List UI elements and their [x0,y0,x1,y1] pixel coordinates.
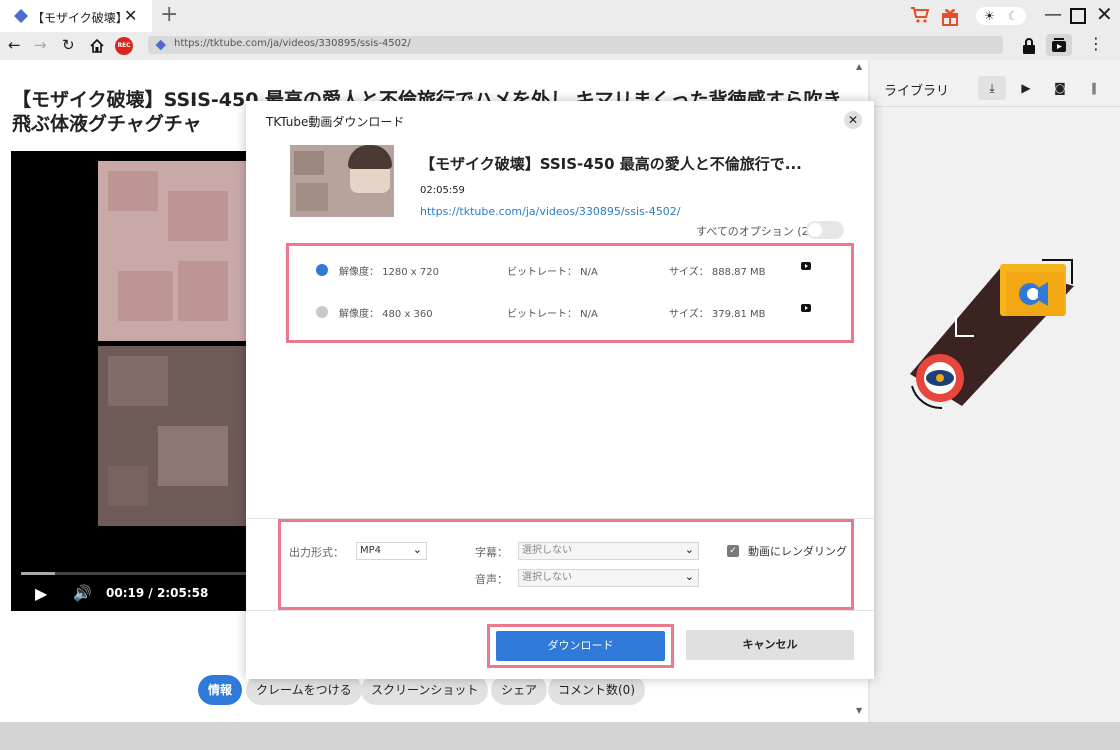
theme-toggle[interactable]: ☀ ☾ [976,7,1026,25]
download-button-frame: ダウンロード [487,624,674,668]
video-frame-top [98,161,246,341]
scroll-down-icon[interactable]: ▼ [856,706,862,715]
library-pane: ライブラリ ⤓ ▶ ◙ ∥ [870,60,1120,722]
minimize-icon[interactable]: — [1044,4,1062,25]
subtitle-select[interactable]: 選択しない ⌄ [518,542,699,560]
option-size: サイズ： 888.87 MB [669,267,766,278]
video-player[interactable]: ▶ 🔊 00:19 / 2:05:58 [11,151,247,611]
format-select[interactable]: MP4 ⌄ [356,542,427,560]
status-bar [0,722,1120,750]
audio-icon[interactable]: ∥ [1080,76,1108,100]
maximize-icon[interactable] [1070,8,1086,24]
dialog-divider [246,610,874,611]
quality-options: 解像度： 1280 x 720 ビットレート： N/A サイズ： 888.87 … [286,243,854,343]
video-duration: 02:05:59 [420,185,465,196]
video-thumbnail [290,145,394,217]
video-title: 【モザイク破壊】SSIS-450 最高の愛人と不倫旅行で... [420,155,802,173]
sun-icon: ☀ [984,9,995,23]
radio-unselected[interactable] [316,306,328,318]
tab-screenshot[interactable]: スクリーンショット [361,675,489,705]
download-button[interactable]: ダウンロード [496,631,665,661]
youtube-icon[interactable]: ▶ [1012,76,1040,100]
reload-icon[interactable]: ↻ [62,36,75,54]
forward-icon[interactable]: → [34,36,47,54]
render-label: 動画にレンダリング [748,545,847,558]
tab-title: 【モザイク破壊】SSIS-450 [32,11,124,25]
video-record-icon[interactable]: ◙ [1046,76,1074,100]
option-resolution: 解像度： 1280 x 720 [339,267,439,278]
library-divider [870,106,1120,107]
tab-comments[interactable]: コメント数(0) [548,675,645,705]
lock-icon[interactable] [1022,38,1036,54]
extension-button[interactable] [1046,34,1072,56]
app-logo-icon [14,9,28,23]
new-tab-button[interactable]: + [160,2,178,27]
chevron-down-icon: ⌄ [684,543,694,556]
url-text: https://tktube.com/ja/videos/330895/ssis… [174,38,411,49]
render-checkbox[interactable]: ✓ [727,545,739,557]
library-title: ライブラリ [884,84,950,99]
record-button[interactable]: REC [115,37,133,55]
browser-tab[interactable]: 【モザイク破壊】SSIS-450 ✕ [0,0,152,32]
audio-select[interactable]: 選択しない ⌄ [518,569,699,587]
option-resolution: 解像度： 480 x 360 [339,309,433,320]
toggle-knob [808,223,822,237]
video-frame-bottom [98,346,246,526]
moon-icon: ☾ [1008,9,1019,23]
format-label: 出力形式： [289,546,344,559]
cart-icon[interactable] [910,6,930,24]
cancel-button[interactable]: キャンセル [686,630,854,660]
volume-icon[interactable]: 🔊 [73,584,92,602]
download-dialog: TKTube動画ダウンロード ✕ 【モザイク破壊】SSIS-450 最高の愛人と… [246,101,874,679]
output-settings: 出力形式： MP4 ⌄ 字幕： 選択しない ⌄ 音声： 選択しない ⌄ ✓ 動画… [278,519,854,610]
gift-icon[interactable] [940,6,960,26]
back-icon[interactable]: ← [8,36,21,54]
option-size: サイズ： 379.81 MB [669,309,766,320]
tab-share[interactable]: シェア [491,675,548,705]
site-logo-icon [155,39,166,51]
option-bitrate: ビットレート： N/A [507,309,598,320]
play-icon[interactable]: ▶ [35,584,47,603]
video-url[interactable]: https://tktube.com/ja/videos/330895/ssis… [420,205,680,218]
tab-claim[interactable]: クレームをつける [246,675,362,705]
quality-option[interactable]: 解像度： 480 x 360 ビットレート： N/A サイズ： 379.81 M… [289,292,851,332]
radio-selected[interactable] [316,264,328,276]
more-icon[interactable]: ⋮ [1088,34,1105,53]
download-icon[interactable]: ⤓ [978,76,1006,100]
home-icon[interactable] [89,38,105,54]
video-time: 00:19 / 2:05:58 [106,586,209,600]
address-bar[interactable]: https://tktube.com/ja/videos/330895/ssis… [148,36,1003,54]
subtitle-label: 字幕： [475,546,508,559]
dialog-title: TKTube動画ダウンロード [266,115,405,129]
youtube-icon [801,304,811,312]
youtube-icon [801,262,811,270]
tab-close-icon[interactable]: ✕ [124,6,137,25]
all-options-label: すべてのオプション (2) [696,225,813,238]
video-progress-bar[interactable] [21,572,247,575]
tab-info[interactable]: 情報 [198,675,243,705]
scroll-up-icon[interactable]: ▲ [856,62,862,71]
video-progress-fill [21,572,55,575]
all-options-toggle[interactable] [806,221,844,239]
chevron-down-icon: ⌄ [684,570,694,583]
close-window-icon[interactable]: ✕ [1096,2,1113,26]
quality-option[interactable]: 解像度： 1280 x 720 ビットレート： N/A サイズ： 888.87 … [289,250,851,290]
audio-label: 音声： [475,573,508,586]
video-download-icon [1052,38,1066,52]
option-bitrate: ビットレート： N/A [507,267,598,278]
chevron-down-icon: ⌄ [412,543,422,556]
dialog-close-icon[interactable]: ✕ [844,111,862,129]
empty-library-illustration [910,259,1074,410]
